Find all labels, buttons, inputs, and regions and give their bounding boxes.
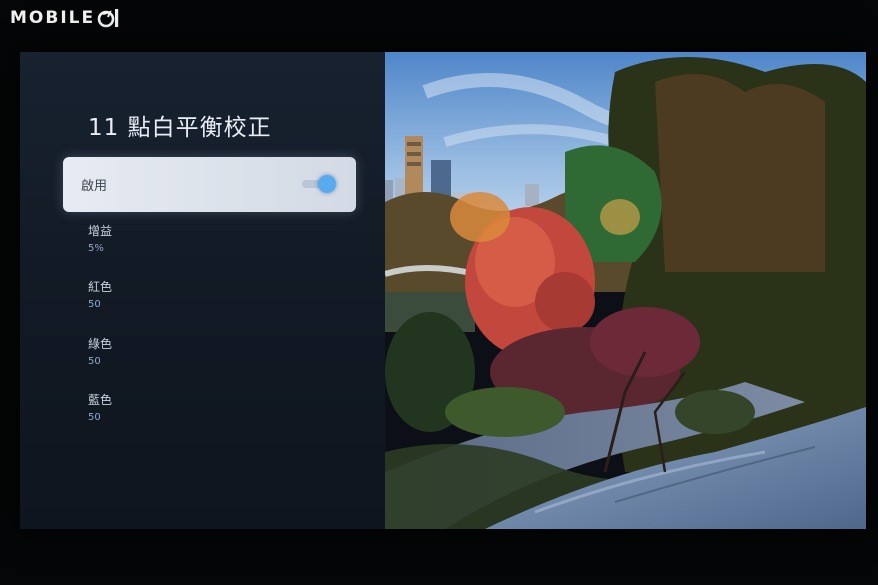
- setting-label: 藍色: [88, 393, 113, 407]
- switch-knob: [318, 175, 336, 193]
- setting-value: 50: [88, 356, 101, 367]
- tv-screen: 11 點白平衡校正 啟用 增益 5% 紅色 50 綠色 50 藍色 50: [20, 52, 866, 529]
- setting-value: 5%: [88, 243, 104, 254]
- enable-toggle-label: 啟用: [81, 179, 108, 194]
- white-balance-settings-panel: 11 點白平衡校正 啟用 增益 5% 紅色 50 綠色 50 藍色 50: [20, 52, 385, 529]
- page-title: 11 點白平衡校正: [88, 115, 272, 141]
- mobile01-logo-icon: [97, 8, 121, 28]
- setting-item-blue[interactable]: 藍色 50: [88, 393, 112, 424]
- setting-label: 增益: [88, 224, 113, 238]
- setting-label: 紅色: [88, 280, 113, 294]
- setting-item-green[interactable]: 綠色 50: [88, 337, 112, 368]
- setting-label: 綠色: [88, 337, 113, 351]
- watermark-text: MOBILE: [10, 8, 96, 28]
- enable-toggle-row[interactable]: 啟用: [63, 157, 356, 212]
- mobile01-watermark: MOBILE: [10, 6, 121, 30]
- setting-value: 50: [88, 412, 101, 423]
- setting-value: 50: [88, 299, 101, 310]
- enable-switch[interactable]: [302, 175, 336, 193]
- background-landscape-photo: [385, 52, 866, 529]
- setting-item-red[interactable]: 紅色 50: [88, 280, 112, 311]
- setting-item-gain[interactable]: 增益 5%: [88, 224, 112, 255]
